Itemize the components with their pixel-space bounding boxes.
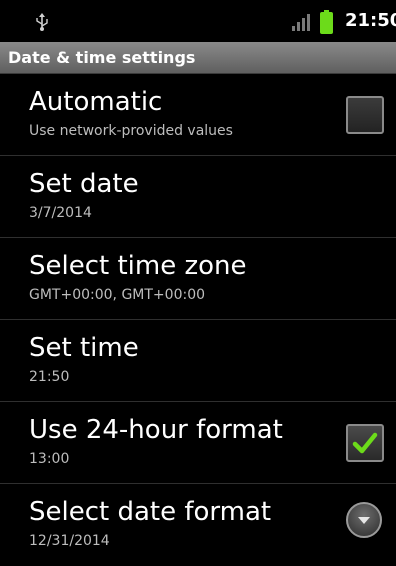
pref-title: Set date bbox=[29, 169, 139, 199]
pref-title: Select date format bbox=[29, 497, 272, 527]
pref-set-date[interactable]: Set date 3/7/2014 bbox=[0, 156, 396, 238]
pref-title: Automatic bbox=[29, 87, 163, 117]
pref-summary: 3/7/2014 bbox=[29, 205, 92, 221]
automatic-checkbox[interactable] bbox=[346, 96, 384, 134]
pref-select-date-format[interactable]: Select date format 12/31/2014 bbox=[0, 484, 396, 566]
pref-summary: 13:00 bbox=[29, 451, 70, 467]
preference-list: Automatic Use network-provided values Se… bbox=[0, 74, 396, 566]
title-bar: Date & time settings bbox=[0, 42, 396, 74]
pref-summary: Use network-provided values bbox=[29, 123, 233, 139]
battery-icon bbox=[320, 10, 333, 34]
pref-summary: GMT+00:00, GMT+00:00 bbox=[29, 287, 206, 303]
pref-use-24-hour-format[interactable]: Use 24-hour format 13:00 bbox=[0, 402, 396, 484]
status-clock: 21:50 bbox=[345, 10, 396, 31]
usb-icon bbox=[36, 13, 48, 31]
pref-title: Select time zone bbox=[29, 251, 247, 281]
signal-icon bbox=[292, 14, 310, 31]
page-title: Date & time settings bbox=[8, 48, 196, 67]
pref-summary: 21:50 bbox=[29, 369, 70, 385]
chevron-down-icon bbox=[358, 517, 370, 524]
pref-title: Set time bbox=[29, 333, 139, 363]
date-format-dropdown-button[interactable] bbox=[346, 502, 382, 538]
pref-select-time-zone[interactable]: Select time zone GMT+00:00, GMT+00:00 bbox=[0, 238, 396, 320]
24-hour-checkbox[interactable] bbox=[346, 424, 384, 462]
pref-set-time[interactable]: Set time 21:50 bbox=[0, 320, 396, 402]
status-bar: 21:50 bbox=[0, 0, 396, 42]
checkmark-icon bbox=[352, 432, 378, 454]
pref-automatic[interactable]: Automatic Use network-provided values bbox=[0, 74, 396, 156]
pref-summary: 12/31/2014 bbox=[29, 533, 110, 549]
pref-title: Use 24-hour format bbox=[29, 415, 283, 445]
